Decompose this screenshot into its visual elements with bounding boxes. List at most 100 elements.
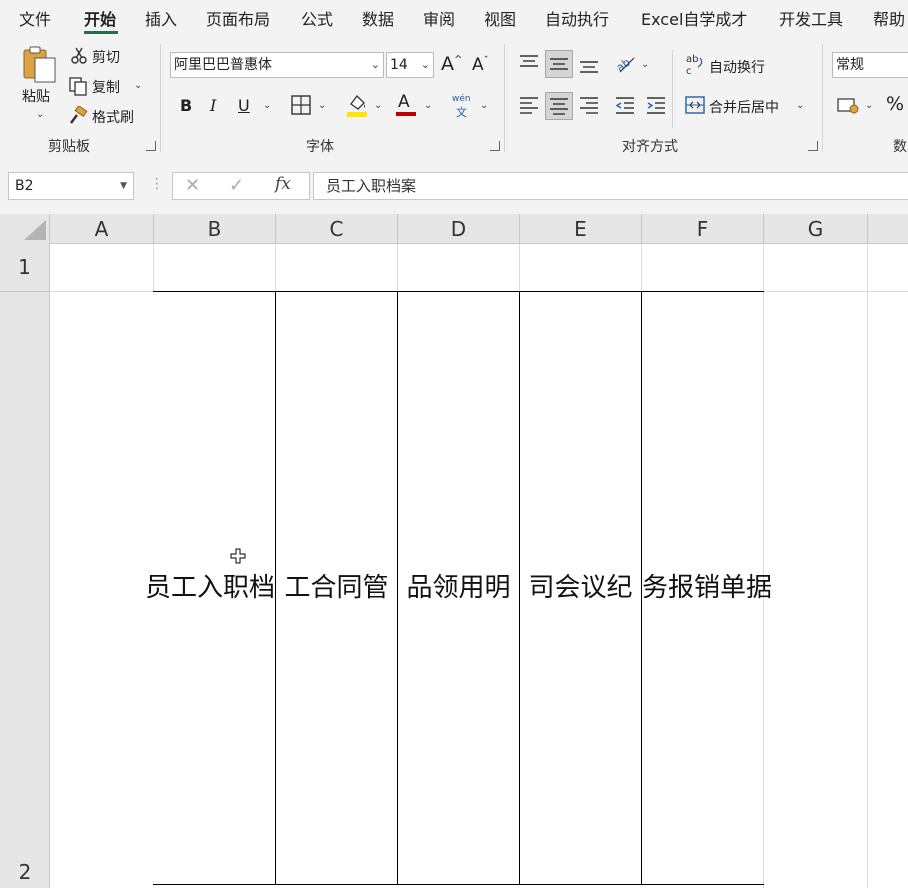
group-divider: [672, 50, 673, 128]
cell-c2[interactable]: 工合同管: [276, 568, 397, 608]
column-header-g[interactable]: G: [764, 214, 868, 243]
italic-button[interactable]: I: [210, 96, 216, 115]
font-name-select[interactable]: 阿里巴巴普惠体 ⌄: [170, 52, 384, 78]
tab-developer[interactable]: 开发工具: [779, 6, 843, 30]
column-header-partial[interactable]: [868, 214, 908, 243]
copy-dropdown-chevron-icon[interactable]: ⌄: [134, 80, 142, 91]
top-align-icon[interactable]: [518, 52, 540, 74]
cancel-icon[interactable]: ✕: [185, 175, 200, 196]
tab-excel-self-study[interactable]: Excel自学成才: [641, 6, 747, 30]
font-size-select[interactable]: 14 ⌄: [386, 52, 434, 78]
tab-insert[interactable]: 插入: [145, 6, 177, 30]
orientation-icon[interactable]: ab: [614, 52, 638, 74]
tab-review[interactable]: 审阅: [423, 6, 455, 30]
row-header-1[interactable]: 1: [0, 244, 50, 292]
column-header-b[interactable]: B: [154, 214, 276, 243]
bottom-align-icon[interactable]: [578, 54, 600, 76]
paste-dropdown-chevron-icon[interactable]: ⌄: [36, 109, 44, 120]
tab-file[interactable]: 文件: [19, 6, 51, 30]
gridline: [867, 244, 868, 888]
font-launcher-icon[interactable]: [490, 141, 500, 151]
wrap-text-icon[interactable]: ab c: [684, 52, 706, 76]
align-right-icon[interactable]: [578, 94, 600, 116]
accounting-dropdown-chevron-icon[interactable]: ⌄: [865, 100, 873, 111]
accounting-format-icon[interactable]: [836, 94, 860, 116]
gridline: [50, 291, 154, 292]
cell-f2[interactable]: 务报销单据: [642, 568, 794, 608]
formula-input[interactable]: 员工入职档案: [313, 172, 908, 200]
orientation-dropdown-chevron-icon[interactable]: ⌄: [641, 59, 649, 70]
column-header-c[interactable]: C: [276, 214, 398, 243]
tab-home[interactable]: 开始: [84, 6, 116, 30]
tab-view[interactable]: 视图: [484, 6, 516, 30]
row-header-2-label: 2: [18, 860, 32, 884]
font-color-button[interactable]: A: [398, 92, 410, 112]
tab-data[interactable]: 数据: [362, 6, 394, 30]
phonetic-guide-bottom[interactable]: 文: [456, 104, 467, 120]
cut-button[interactable]: 剪切: [92, 47, 120, 67]
gridline: [763, 244, 764, 888]
svg-text:ab: ab: [614, 56, 633, 74]
merge-center-button[interactable]: 合并后居中: [709, 97, 779, 117]
row-header-2[interactable]: 2: [0, 292, 50, 888]
copy-icon[interactable]: [68, 76, 88, 96]
borders-dropdown-chevron-icon[interactable]: ⌄: [318, 100, 326, 111]
svg-text:c: c: [686, 66, 692, 76]
column-header-e[interactable]: E: [520, 214, 642, 243]
fill-color-icon[interactable]: [346, 92, 368, 118]
clipboard-launcher-icon[interactable]: [146, 141, 156, 151]
alignment-launcher-icon[interactable]: [808, 141, 818, 151]
format-painter-icon[interactable]: [68, 106, 88, 126]
insert-function-button[interactable]: fx: [275, 174, 291, 194]
formula-bar-resize-handle-icon[interactable]: ⋮: [150, 176, 164, 192]
copy-button[interactable]: 复制: [92, 77, 120, 97]
format-painter-button[interactable]: 格式刷: [92, 107, 134, 127]
align-center-button[interactable]: [545, 92, 573, 120]
increase-font-size-icon[interactable]: A^: [441, 53, 462, 75]
number-group-label: 数: [893, 139, 907, 155]
gridline: [153, 244, 154, 292]
cell-e2[interactable]: 司会议纪: [520, 568, 641, 608]
phonetic-dropdown-chevron-icon[interactable]: ⌄: [480, 100, 488, 111]
gridline: [519, 244, 520, 292]
underline-dropdown-chevron-icon[interactable]: ⌄: [263, 100, 271, 111]
tab-formulas[interactable]: 公式: [301, 6, 333, 30]
bold-button[interactable]: B: [180, 96, 192, 115]
decrease-font-size-icon[interactable]: Aˇ: [472, 55, 489, 75]
number-format-select[interactable]: 常规: [832, 52, 908, 78]
merge-dropdown-chevron-icon[interactable]: ⌄: [796, 100, 804, 111]
cell-b2[interactable]: 员工入职档: [124, 568, 275, 608]
gridline: [275, 244, 276, 292]
formula-content: 员工入职档案: [326, 177, 417, 195]
font-color-dropdown-chevron-icon[interactable]: ⌄: [424, 100, 432, 111]
name-box[interactable]: B2 ▼: [8, 172, 134, 200]
tab-automate[interactable]: 自动执行: [545, 6, 609, 30]
fill-color-swatch: [347, 112, 367, 117]
cell-d2[interactable]: 品领用明: [398, 568, 519, 608]
paste-icon: [23, 46, 56, 83]
increase-indent-icon[interactable]: [645, 94, 667, 116]
align-left-icon[interactable]: [518, 94, 540, 116]
paste-label[interactable]: 粘贴: [22, 86, 50, 106]
column-header-f[interactable]: F: [642, 214, 764, 243]
decrease-indent-icon[interactable]: [614, 94, 636, 116]
underline-button[interactable]: U: [238, 96, 250, 115]
cell-select-cursor-icon: [230, 548, 246, 564]
phonetic-guide-top[interactable]: wén: [452, 94, 471, 104]
middle-align-button[interactable]: [545, 50, 573, 78]
borders-icon[interactable]: [290, 94, 312, 116]
tab-help[interactable]: 帮助: [873, 6, 905, 30]
name-box-dropdown-icon[interactable]: ▼: [120, 173, 127, 199]
paste-button[interactable]: [20, 44, 60, 84]
merge-center-icon[interactable]: [684, 94, 706, 116]
percent-style-button[interactable]: %: [886, 93, 904, 115]
tab-page-layout[interactable]: 页面布局: [206, 6, 270, 30]
wrap-text-button[interactable]: 自动换行: [709, 57, 765, 77]
enter-check-icon[interactable]: ✓: [229, 175, 244, 196]
cell-border-top: [153, 291, 764, 292]
svg-text:ab: ab: [686, 54, 698, 65]
fill-color-dropdown-chevron-icon[interactable]: ⌄: [374, 100, 382, 111]
cut-icon[interactable]: [70, 46, 88, 64]
column-header-d[interactable]: D: [398, 214, 520, 243]
column-header-a[interactable]: A: [50, 214, 154, 243]
